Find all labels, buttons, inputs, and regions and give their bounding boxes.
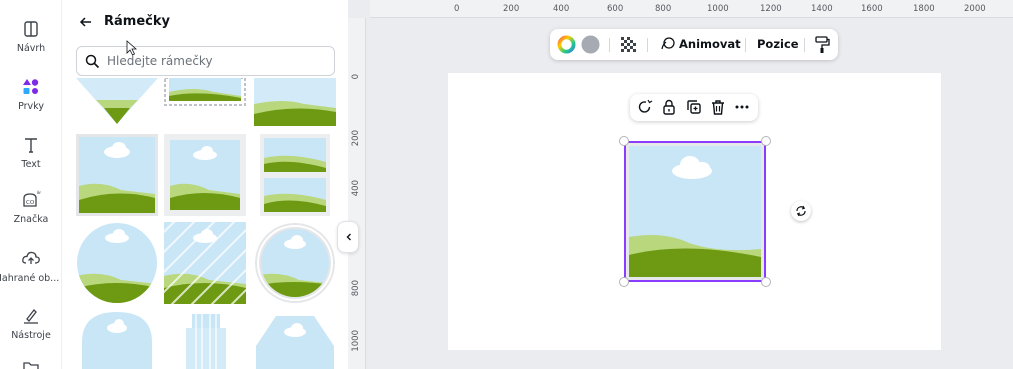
ruler-tick: 1000	[707, 4, 729, 14]
color-wheel-icon[interactable]	[557, 35, 576, 54]
ruler-tick: 600	[607, 4, 624, 14]
frame-thumb-hexagon[interactable]	[256, 316, 334, 369]
frame-thumb-triangle[interactable]	[76, 78, 158, 126]
sidebar-item-elements[interactable]: Prvky	[0, 76, 62, 112]
sidebar-item-text[interactable]: Text	[0, 134, 62, 170]
ruler-tick: 400	[553, 4, 570, 14]
duplicate-icon[interactable]	[686, 99, 702, 115]
color-swatch-gray[interactable]	[581, 35, 600, 54]
vertical-ruler: 0 200 400 600 800 1000	[348, 18, 366, 369]
frame-thumb-arch[interactable]	[82, 312, 152, 369]
ruler-tick: 1400	[811, 4, 833, 14]
draw-icon	[24, 309, 38, 324]
search-icon	[85, 54, 100, 69]
resize-handle-top-left[interactable]	[619, 136, 629, 146]
search-box[interactable]	[76, 46, 335, 76]
ruler-tick: 800	[655, 4, 672, 14]
chevron-left-icon	[346, 233, 351, 241]
toolbar-divider	[647, 38, 648, 52]
ruler-tick: 200	[351, 130, 361, 147]
frame-thumb-striped[interactable]	[164, 222, 246, 304]
frame-thumb-rect-top[interactable]	[254, 78, 336, 126]
layout-icon	[24, 21, 38, 37]
transparency-icon[interactable]	[620, 36, 637, 53]
ruler-tick: 800	[351, 280, 361, 297]
frame-thumb-ring[interactable]	[254, 222, 336, 304]
svg-text:CO: CO	[26, 200, 35, 206]
lock-icon[interactable]	[661, 99, 677, 115]
ruler-tick: 400	[351, 180, 361, 197]
rotate-icon	[796, 205, 806, 217]
position-button[interactable]: Pozice	[757, 37, 799, 51]
ruler-tick: 2000	[964, 4, 986, 14]
element-quick-actions	[630, 94, 758, 121]
horizontal-ruler: 0 200 400 600 800 1000 1200 1400 1600 18…	[370, 0, 1013, 18]
sidebar-item-tools[interactable]: Nástroje	[0, 305, 62, 341]
sidebar-item-label: Nástroje	[11, 330, 51, 341]
rotate-button[interactable]	[791, 201, 811, 221]
mouse-cursor-icon	[126, 40, 138, 56]
ruler-tick: 200	[503, 4, 520, 14]
ruler-tick: 0	[454, 4, 460, 14]
ruler-tick: 1200	[760, 4, 782, 14]
upload-icon	[22, 251, 40, 264]
trash-icon[interactable]	[710, 99, 726, 115]
sidebar-item-label: Prvky	[18, 101, 44, 112]
text-icon	[25, 138, 37, 153]
sidebar-item-label: Nahrané ob...	[0, 273, 60, 284]
folder-icon[interactable]	[22, 360, 40, 369]
frame-thumb-stamp[interactable]	[164, 78, 246, 106]
elements-icon	[23, 79, 39, 94]
ruler-tick: 1600	[861, 4, 883, 14]
resize-handle-top-right[interactable]	[761, 136, 771, 146]
regenerate-icon[interactable]	[637, 99, 653, 115]
toolbar-divider	[745, 38, 746, 52]
resize-handle-bottom-right[interactable]	[761, 277, 771, 287]
resize-handle-bottom-left[interactable]	[619, 277, 629, 287]
selected-frame[interactable]	[619, 136, 771, 287]
frame-thumb-square[interactable]	[76, 134, 158, 216]
ruler-tick: 1800	[913, 4, 935, 14]
frame-thumb-circle[interactable]	[76, 222, 158, 304]
frame-image	[624, 141, 766, 282]
toolbar-divider	[804, 38, 805, 52]
back-arrow-icon[interactable]	[78, 14, 94, 30]
element-toolbar: Animovat Pozice	[550, 29, 838, 60]
sidebar-item-brand[interactable]: CO Značka	[0, 189, 62, 225]
toolbar-divider	[609, 38, 610, 52]
sidebar-item-label: Text	[21, 159, 41, 170]
animate-icon	[661, 37, 675, 50]
ruler-tick: 0	[351, 74, 361, 80]
ruler-tick: 1000	[351, 330, 361, 352]
frame-thumb-building[interactable]	[180, 312, 232, 369]
frame-thumb-double[interactable]	[260, 134, 330, 216]
left-rail: Návrh Prvky Text CO Značka Nahrané ob...…	[0, 0, 62, 369]
frames-panel: Rámečky	[62, 0, 348, 369]
paint-roller-icon[interactable]	[814, 35, 830, 54]
search-input[interactable]	[107, 52, 327, 70]
animate-button[interactable]: Animovat	[679, 37, 741, 51]
collapse-panel-button[interactable]	[337, 221, 359, 253]
more-options-icon[interactable]	[734, 99, 750, 115]
sidebar-item-label: Značka	[13, 214, 49, 225]
brand-icon: CO	[23, 190, 41, 207]
sidebar-item-design[interactable]: Návrh	[0, 18, 62, 54]
editor-root: Návrh Prvky Text CO Značka Nahrané ob...…	[0, 0, 1013, 369]
sidebar-item-uploads[interactable]: Nahrané ob...	[0, 248, 62, 284]
panel-title: Rámečky	[104, 14, 170, 29]
sidebar-item-label: Návrh	[16, 43, 46, 54]
frame-thumb-polaroid[interactable]	[164, 134, 246, 216]
